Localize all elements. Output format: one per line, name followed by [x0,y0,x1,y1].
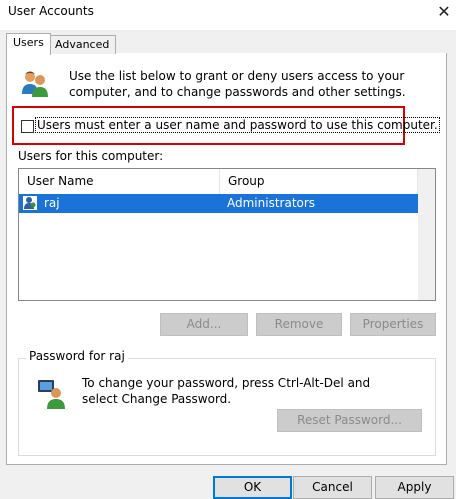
row-group: Administrators [227,196,316,210]
password-groupbox [18,358,436,456]
column-header-group[interactable]: Group [220,169,418,194]
users-list-label: Users for this computer: [18,149,164,163]
password-group-label: Password for raj [26,349,128,363]
close-icon[interactable]: ✕ [432,0,456,24]
properties-button[interactable]: Properties [350,313,436,336]
tab-users[interactable]: Users [6,33,51,55]
require-password-label[interactable]: Users must enter a user name and passwor… [35,117,440,133]
ok-button[interactable]: OK [213,476,292,499]
password-instructions: To change your password, press Ctrl-Alt-… [82,376,371,406]
remove-button[interactable]: Remove [256,313,342,336]
users-icon [22,71,48,97]
reset-password-button[interactable]: Reset Password... [277,409,422,432]
add-button[interactable]: Add... [160,313,248,336]
cancel-button[interactable]: Cancel [293,476,372,499]
window-title: User Accounts [8,4,94,18]
column-header-user-name[interactable]: User Name [19,169,220,194]
users-listview[interactable]: User Name Group raj Administrators [18,168,436,301]
user-password-icon [38,380,65,409]
tab-advanced[interactable]: Advanced [48,35,117,54]
require-password-checkbox[interactable] [21,120,34,133]
table-row[interactable]: raj Administrators [19,194,418,213]
list-header-filler [418,169,435,300]
user-icon [23,196,37,210]
row-user-name: raj [44,196,60,210]
intro-text: Use the list below to grant or deny user… [69,69,406,99]
apply-button[interactable]: Apply [375,476,454,499]
